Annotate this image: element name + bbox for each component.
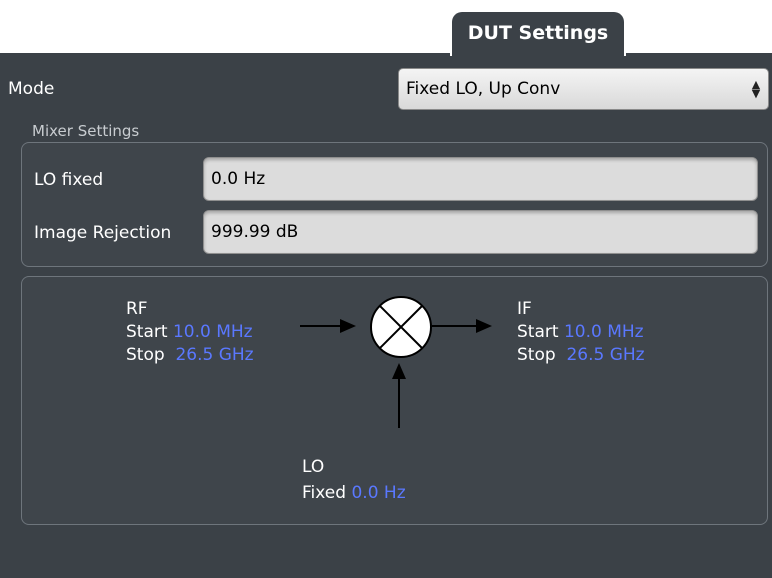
rf-stop-value: 26.5 GHz bbox=[175, 345, 254, 365]
rf-start: Start 10.0 MHz bbox=[126, 321, 253, 343]
mixer-icon bbox=[370, 296, 432, 358]
rf-start-label: Start bbox=[126, 322, 168, 342]
if-arrow bbox=[432, 319, 492, 333]
if-start-value: 10.0 MHz bbox=[563, 322, 644, 342]
rf-arrow bbox=[300, 319, 356, 333]
if-title: IF bbox=[517, 299, 532, 319]
rf-stop-label: Stop bbox=[126, 345, 165, 365]
if-start: Start 10.0 MHz bbox=[517, 321, 644, 343]
lo-fixed-diagram-value: 0.0 Hz bbox=[351, 483, 406, 503]
rf-title: RF bbox=[126, 299, 148, 319]
rf-stop: Stop 26.5 GHz bbox=[126, 344, 254, 366]
if-stop-label: Stop bbox=[517, 345, 556, 365]
lo-fixed: Fixed 0.0 Hz bbox=[302, 482, 406, 504]
lo-fixed-diagram-label: Fixed bbox=[302, 483, 347, 503]
lo-title: LO bbox=[302, 457, 325, 477]
lo-arrow bbox=[392, 363, 406, 428]
rf-start-value: 10.0 MHz bbox=[172, 322, 253, 342]
if-start-label: Start bbox=[517, 322, 559, 342]
if-stop: Stop 26.5 GHz bbox=[517, 344, 645, 366]
if-stop-value: 26.5 GHz bbox=[566, 345, 645, 365]
